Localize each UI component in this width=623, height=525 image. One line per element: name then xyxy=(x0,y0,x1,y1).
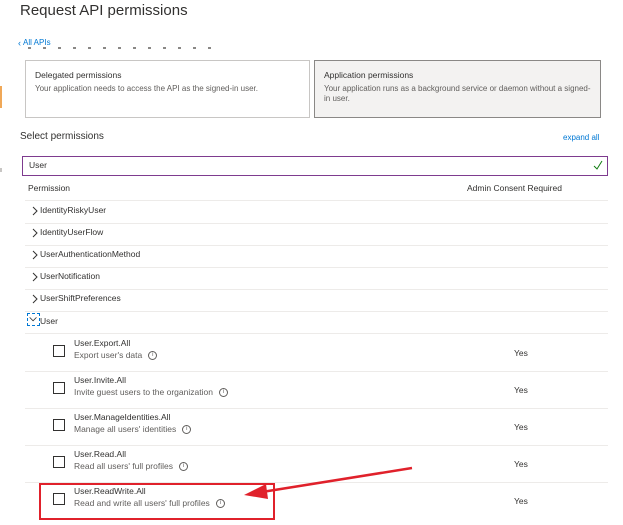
application-permissions-title: Application permissions xyxy=(324,70,414,80)
annotation-highlight-box xyxy=(39,483,275,520)
application-permissions-description: Your application runs as a background se… xyxy=(324,84,591,103)
permission-name: User.Read.All xyxy=(74,449,126,459)
permission-checkbox[interactable] xyxy=(53,382,65,394)
admin-consent-value: Yes xyxy=(514,496,528,506)
search-value: User xyxy=(29,160,47,170)
info-icon[interactable]: i xyxy=(218,388,228,398)
permission-name: User.Export.All xyxy=(74,338,131,348)
group-label: UserAuthenticationMethod xyxy=(40,249,141,259)
group-row-user[interactable]: User xyxy=(25,311,608,333)
group-label: IdentityUserFlow xyxy=(40,227,104,237)
chevron-left-icon: ‹ xyxy=(18,37,21,48)
admin-consent-value: Yes xyxy=(514,422,528,432)
application-permissions-card[interactable]: Application permissions Your application… xyxy=(314,60,601,118)
page-title: Request API permissions xyxy=(20,2,188,19)
clipped-description xyxy=(28,47,268,51)
permission-description-wrap: Read all users' full profiles i xyxy=(74,461,188,472)
info-icon[interactable]: i xyxy=(148,351,158,361)
chevron-right-icon xyxy=(32,228,38,238)
expand-all-link[interactable]: expand all xyxy=(563,133,599,142)
permission-checkbox[interactable] xyxy=(53,456,65,468)
chevron-right-icon xyxy=(32,206,38,216)
group-row-userauthenticationmethod[interactable]: UserAuthenticationMethod xyxy=(25,245,608,267)
permission-description: Read all users' full profiles xyxy=(74,461,173,471)
permission-row-user-export-all: User.Export.All Export user's data i Yes xyxy=(25,334,608,371)
group-row-identityuserflow[interactable]: IdentityUserFlow xyxy=(25,223,608,245)
info-icon[interactable]: i xyxy=(178,462,188,472)
permission-checkbox[interactable] xyxy=(53,419,65,431)
permission-checkbox[interactable] xyxy=(53,345,65,357)
left-edge-divider xyxy=(0,168,2,172)
permission-row-user-invite-all: User.Invite.All Invite guest users to th… xyxy=(25,371,608,408)
group-row-usershiftpreferences[interactable]: UserShiftPreferences xyxy=(25,289,608,311)
group-row-identityriskyuser[interactable]: IdentityRiskyUser xyxy=(25,201,608,223)
check-icon xyxy=(593,160,603,170)
group-label: User xyxy=(40,316,58,326)
chevron-right-icon xyxy=(32,272,38,282)
permission-name: User.ManageIdentities.All xyxy=(74,412,171,422)
permission-description: Manage all users' identities xyxy=(74,424,177,434)
chevron-right-icon xyxy=(32,294,38,304)
delegated-permissions-description: Your application needs to access the API… xyxy=(35,84,258,93)
admin-consent-column-header: Admin Consent Required xyxy=(467,183,562,193)
permission-name: User.Invite.All xyxy=(74,375,126,385)
permission-row-user-manageidentities-all: User.ManageIdentities.All Manage all use… xyxy=(25,408,608,445)
group-row-usernotification[interactable]: UserNotification xyxy=(25,267,608,289)
admin-consent-value: Yes xyxy=(514,459,528,469)
permission-description-wrap: Invite guest users to the organization i xyxy=(74,387,228,398)
group-label: IdentityRiskyUser xyxy=(40,205,107,215)
permission-description: Export user's data xyxy=(74,350,143,360)
permission-description-wrap: Export user's data i xyxy=(74,350,158,361)
admin-consent-value: Yes xyxy=(514,385,528,395)
permission-description-wrap: Manage all users' identities i xyxy=(74,424,192,435)
left-edge-accent xyxy=(0,86,2,108)
delegated-permissions-title: Delegated permissions xyxy=(35,70,122,80)
permission-column-header: Permission xyxy=(28,183,71,193)
info-icon[interactable]: i xyxy=(182,425,192,435)
permission-search-input[interactable]: User xyxy=(22,156,608,176)
group-label: UserNotification xyxy=(40,271,100,281)
delegated-permissions-card[interactable]: Delegated permissions Your application n… xyxy=(25,60,310,118)
all-apis-label: All APIs xyxy=(23,38,51,47)
permission-row-user-read-all: User.Read.All Read all users' full profi… xyxy=(25,445,608,482)
chevron-down-icon xyxy=(27,313,40,326)
chevron-right-icon xyxy=(32,250,38,260)
admin-consent-value: Yes xyxy=(514,348,528,358)
permission-description: Invite guest users to the organization xyxy=(74,387,213,397)
all-apis-link[interactable]: ‹ All APIs xyxy=(18,38,51,47)
group-label: UserShiftPreferences xyxy=(40,293,121,303)
select-permissions-label: Select permissions xyxy=(20,131,104,142)
